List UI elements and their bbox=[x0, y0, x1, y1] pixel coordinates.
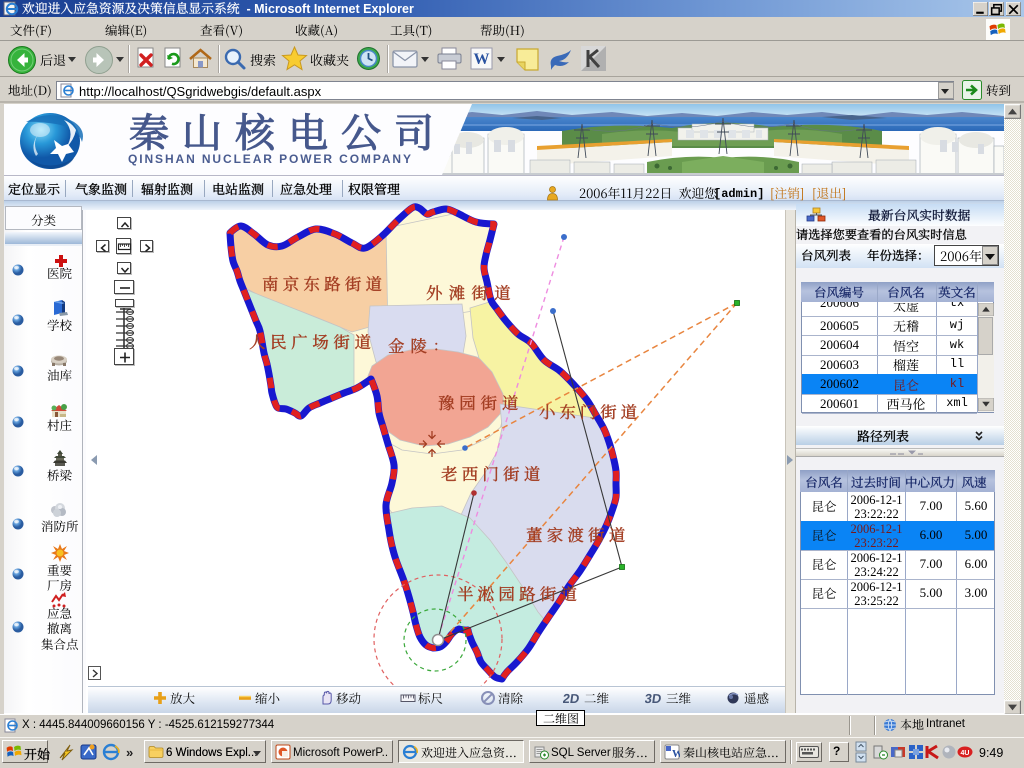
svg-text:W: W bbox=[474, 51, 490, 68]
svg-text:W: W bbox=[672, 748, 680, 760]
svg-text:4U: 4U bbox=[961, 750, 970, 757]
svg-text:2D: 2D bbox=[563, 691, 579, 706]
svg-text:3D: 3D bbox=[645, 691, 661, 706]
